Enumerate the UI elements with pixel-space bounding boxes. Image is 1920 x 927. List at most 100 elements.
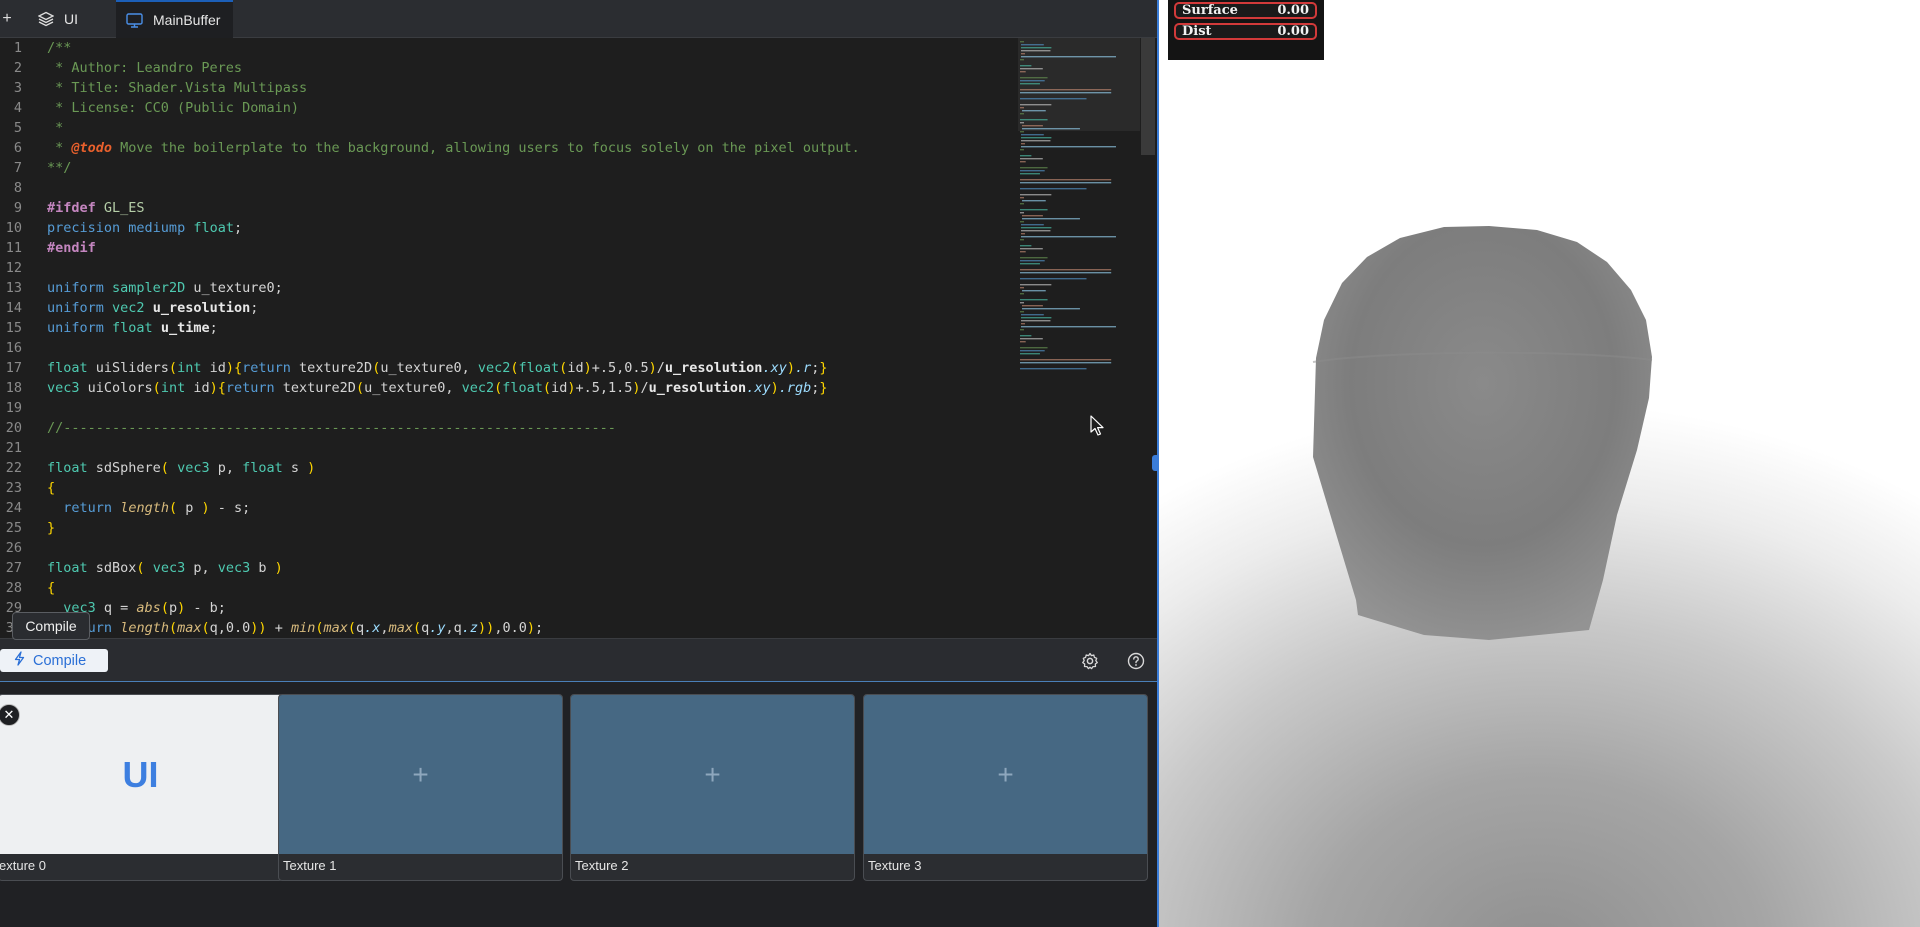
code-line: /** [47, 40, 72, 56]
lightning-icon [14, 651, 25, 670]
minimap-line [1021, 134, 1044, 136]
minimap-line [1022, 308, 1080, 310]
code-line: { [47, 480, 56, 496]
minimap-line [1020, 59, 1024, 61]
buffer-tabs: + UI MainBuffer [0, 0, 1157, 38]
tab-mainbuffer[interactable]: MainBuffer [116, 0, 233, 38]
minimap-line [1020, 80, 1045, 82]
minimap-line [1021, 47, 1052, 49]
minimap[interactable] [1018, 38, 1140, 438]
minimap-line [1020, 92, 1112, 94]
minimap-line [1022, 215, 1043, 217]
minimap-line [1021, 230, 1051, 232]
texture-slot-2[interactable]: + Texture 2 [570, 694, 855, 881]
minimap-line [1020, 107, 1024, 109]
minimap-line [1020, 347, 1048, 349]
shader-preview[interactable]: Surface 0.00 Dist 0.00 [1159, 0, 1920, 927]
add-tab-button[interactable]: + [0, 0, 14, 38]
minimap-line [1020, 158, 1043, 160]
minimap-line [1020, 167, 1048, 169]
app-window: + UI MainBuffer 1 2 3 4 5 6 7 8 9 10 11 … [0, 0, 1920, 927]
editor-panel: + UI MainBuffer 1 2 3 4 5 6 7 8 9 10 11 … [0, 0, 1157, 927]
code-line: * License: CC0 (Public Domain) [47, 100, 299, 116]
code-line: float sdBox( vec3 p, vec3 b ) [47, 560, 283, 576]
minimap-line [1020, 173, 1040, 175]
minimap-line [1022, 110, 1046, 112]
texture-label: Texture 3 [868, 858, 922, 873]
minimap-line [1021, 326, 1116, 328]
texture-slot-1[interactable]: + Texture 1 [278, 694, 563, 881]
minimap-line [1020, 362, 1112, 364]
minimap-line [1021, 140, 1051, 142]
settings-button[interactable] [1080, 651, 1100, 671]
compile-label: Compile [33, 652, 87, 669]
add-texture-icon: + [571, 695, 854, 854]
texture-label: Texture 1 [283, 858, 337, 873]
minimap-line [1020, 245, 1032, 247]
code-editor[interactable]: 1 2 3 4 5 6 7 8 9 10 11 12 13 14 15 16 1… [0, 38, 1157, 638]
minimap-line [1020, 338, 1043, 340]
minimap-line [1021, 236, 1116, 238]
line-number: 25 [5, 520, 22, 536]
line-number: 16 [5, 340, 22, 356]
hud-value: 0.00 [1277, 24, 1309, 39]
texture-slot-0[interactable]: UI exture 0 [0, 694, 283, 881]
hud-label: Surface [1182, 3, 1238, 18]
minimap-line [1021, 323, 1025, 325]
code-line: #ifdef GL_ES [47, 200, 145, 216]
hud-surface-slider[interactable]: Surface 0.00 [1174, 2, 1317, 19]
add-texture-icon: + [279, 695, 562, 854]
tab-label: UI [64, 11, 78, 27]
line-number: 6 [13, 140, 22, 156]
minimap-line [1021, 320, 1051, 322]
help-button[interactable] [1126, 651, 1146, 671]
minimap-line [1020, 248, 1043, 250]
minimap-line [1021, 44, 1044, 46]
hud-value: 0.00 [1277, 3, 1309, 18]
line-number: 7 [13, 160, 22, 176]
help-circle-icon [1127, 652, 1145, 670]
minimap-line [1020, 341, 1026, 343]
minimap-line [1020, 161, 1026, 163]
minimap-line [1022, 218, 1080, 220]
minimap-line [1020, 119, 1048, 121]
line-number: 12 [5, 260, 22, 276]
code-line: float sdSphere( vec3 p, float s ) [47, 460, 316, 476]
line-number: 2 [13, 60, 22, 76]
minimap-line [1022, 200, 1046, 202]
minimap-line [1020, 65, 1032, 67]
minimap-line [1020, 329, 1024, 331]
line-number: 26 [5, 540, 22, 556]
line-number: 21 [5, 440, 22, 456]
code-line: { [47, 580, 56, 596]
minimap-line [1020, 278, 1087, 280]
line-number: 20 [5, 420, 22, 436]
minimap-line [1022, 128, 1080, 130]
minimap-line [1020, 197, 1024, 199]
texture-slot-3[interactable]: + Texture 3 [863, 694, 1148, 881]
minimap-line [1020, 170, 1045, 172]
minimap-line [1020, 302, 1024, 304]
minimap-line [1020, 359, 1112, 361]
minimap-line [1020, 272, 1112, 274]
code-line: //--------------------------------------… [47, 420, 616, 436]
gear-icon [1082, 652, 1098, 670]
minimap-line [1020, 299, 1048, 301]
compile-button[interactable]: Compile [0, 649, 108, 672]
code-line: } [47, 520, 56, 536]
minimap-line [1020, 350, 1045, 352]
minimap-line [1020, 188, 1087, 190]
minimap-line [1021, 146, 1116, 148]
code-line: return length(max(q,0.0)) + min(max(q.x,… [63, 620, 544, 636]
minimap-line [1021, 317, 1052, 319]
code-line: * Title: Shader.Vista Multipass [47, 80, 308, 96]
scroll-thumb[interactable] [1141, 38, 1155, 155]
hud-label: Dist [1182, 24, 1212, 39]
minimap-line [1022, 305, 1043, 307]
tab-ui[interactable]: UI [38, 0, 116, 38]
minimap-line [1020, 353, 1040, 355]
line-number: 27 [5, 560, 22, 576]
texture-slots: UI exture 0 ✕ + Texture 1 + Texture 2 + … [0, 683, 1157, 927]
minimap-line [1020, 287, 1024, 289]
hud-dist-slider[interactable]: Dist 0.00 [1174, 23, 1317, 40]
